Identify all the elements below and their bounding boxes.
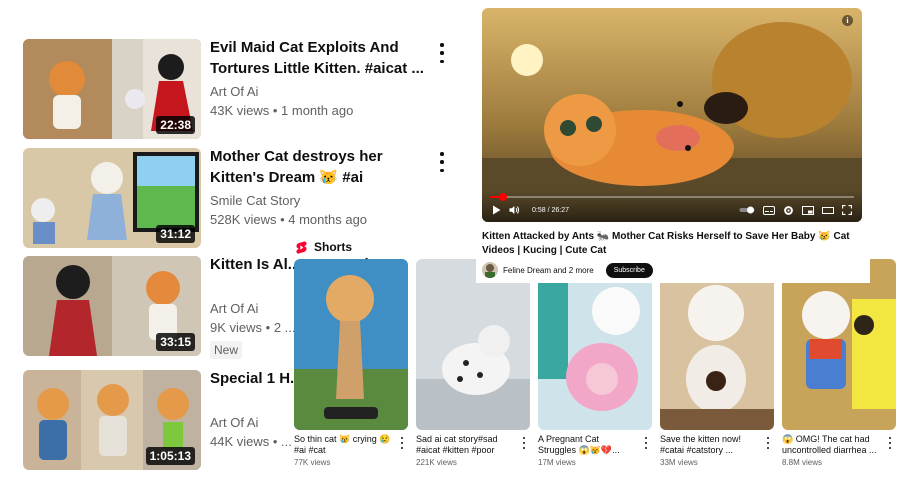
shorts-label: Shorts [314, 240, 353, 254]
more-vert-icon[interactable] [764, 437, 772, 449]
short-views: 17M views [538, 458, 576, 467]
info-icon[interactable]: i [842, 15, 853, 26]
subscribe-button[interactable]: Subscribe [605, 262, 653, 278]
short-card[interactable]: Sad ai cat story#sad #aicat #kitten #poo… [416, 259, 530, 467]
time-display: 0:58 / 26:27 [532, 206, 569, 214]
more-vert-icon[interactable] [520, 437, 528, 449]
short-thumbnail[interactable] [660, 259, 774, 430]
duration-badge: 1:05:13 [145, 447, 195, 465]
short-card[interactable]: 😱 OMG! The cat had uncontrolled diarrhea… [782, 259, 896, 467]
short-views: 77K views [294, 458, 331, 467]
video-row[interactable]: 31:12 Mother Cat destroys her Kitten's D… [23, 148, 463, 248]
player-video-title[interactable]: Kitten Attacked by Ants 🐜 Mother Cat Ris… [482, 230, 862, 258]
upload-age: ... [281, 434, 292, 449]
theater-icon[interactable] [822, 206, 834, 215]
new-badge: New [210, 341, 243, 359]
video-thumbnail[interactable]: 22:38 [23, 39, 201, 139]
video-thumbnail[interactable]: 33:15 [23, 256, 201, 356]
settings-icon[interactable] [783, 205, 794, 216]
short-card[interactable]: Save the kitten now! #catai #catstory ..… [660, 259, 774, 467]
upload-age: 1 month ago [281, 103, 354, 118]
view-count: 9K views [210, 320, 263, 335]
progress-scrubber[interactable] [499, 193, 508, 201]
avatar[interactable] [482, 262, 498, 278]
view-count: 528K views [210, 212, 277, 227]
volume-icon[interactable] [509, 205, 520, 215]
play-icon[interactable] [492, 205, 501, 215]
view-count: 43K views [210, 103, 270, 118]
more-vert-icon[interactable] [886, 437, 894, 449]
duration-badge: 22:38 [156, 116, 195, 134]
duration-badge: 31:12 [156, 225, 195, 243]
shorts-header: Shorts [296, 240, 352, 254]
upload-age: 4 months ago [288, 212, 368, 227]
video-thumbnail[interactable]: 31:12 [23, 148, 201, 248]
video-title[interactable]: Mother Cat destroys her Kitten's Dream 😿… [210, 146, 435, 188]
short-title[interactable]: A Pregnant Cat Struggles 😱😿💔... [538, 434, 638, 456]
short-title[interactable]: 😱 OMG! The cat had uncontrolled diarrhea… [782, 434, 882, 456]
autoplay-toggle-icon[interactable] [739, 206, 755, 214]
video-row[interactable]: 22:38 Evil Maid Cat Exploits And Torture… [23, 39, 463, 139]
player-channel-row: Feline Dream and 2 more Subscribe [482, 262, 862, 278]
channel-name[interactable]: Feline Dream and 2 more [503, 266, 594, 275]
short-views: 221K views [416, 458, 457, 467]
more-vert-icon[interactable] [642, 437, 650, 449]
short-card[interactable]: A Pregnant Cat Struggles 😱😿💔... 17M view… [538, 259, 652, 467]
player-controls: 0:58 / 26:27 [482, 190, 862, 222]
short-title[interactable]: Sad ai cat story#sad #aicat #kitten #poo… [416, 434, 516, 456]
short-title[interactable]: Save the kitten now! #catai #catstory ..… [660, 434, 760, 456]
video-title[interactable]: Evil Maid Cat Exploits And Tortures Litt… [210, 37, 435, 79]
short-card[interactable]: So thin cat 😿 crying 😢 #ai #cat 77K view… [294, 259, 408, 467]
short-thumbnail[interactable] [782, 259, 896, 430]
more-vert-icon[interactable] [398, 437, 406, 449]
shorts-logo-icon [296, 240, 307, 254]
more-vert-icon[interactable] [435, 43, 449, 63]
fullscreen-icon[interactable] [842, 205, 852, 215]
upload-age: 2 ... [273, 320, 296, 335]
video-meta: 43K views • 1 month ago [210, 103, 354, 118]
short-thumbnail[interactable] [538, 259, 652, 430]
short-title[interactable]: So thin cat 😿 crying 😢 #ai #cat [294, 434, 394, 456]
video-player[interactable]: i 0:58 / 26:27 [482, 8, 862, 222]
short-views: 8.8M views [782, 458, 823, 467]
video-meta: 528K views • 4 months ago [210, 212, 368, 227]
duration-badge: 33:15 [156, 333, 195, 351]
channel-name[interactable]: Art Of Ai [210, 84, 435, 99]
short-thumbnail[interactable] [416, 259, 530, 430]
video-thumbnail[interactable]: 1:05:13 [23, 370, 201, 470]
short-views: 33M views [660, 458, 698, 467]
channel-name[interactable]: Smile Cat Story [210, 193, 435, 208]
short-thumbnail[interactable] [294, 259, 408, 430]
subtitles-icon[interactable] [763, 205, 775, 215]
miniplayer-icon[interactable] [802, 205, 814, 215]
view-count: 44K views [210, 434, 270, 449]
progress-bar[interactable] [490, 193, 854, 201]
more-vert-icon[interactable] [435, 152, 449, 172]
